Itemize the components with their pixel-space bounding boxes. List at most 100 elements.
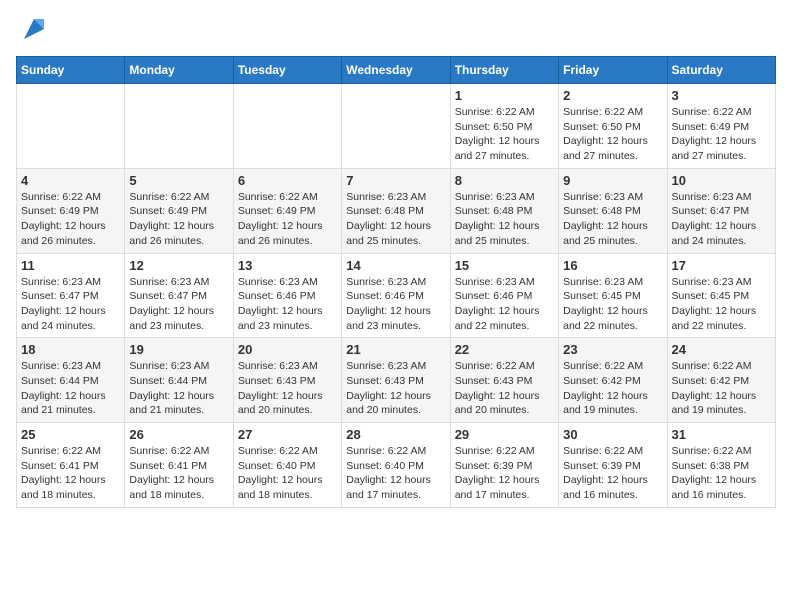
day-info: Sunrise: 6:23 AMSunset: 6:44 PMDaylight:… bbox=[21, 359, 120, 418]
calendar-cell: 14Sunrise: 6:23 AMSunset: 6:46 PMDayligh… bbox=[342, 253, 450, 338]
calendar-cell: 3 Sunrise: 6:22 AMSunset: 6:49 PMDaylight… bbox=[667, 84, 775, 169]
day-number: 8 bbox=[455, 173, 554, 188]
page-header bbox=[16, 16, 776, 44]
calendar-cell: 5 Sunrise: 6:22 AMSunset: 6:49 PMDaylight… bbox=[125, 168, 233, 253]
day-info: Sunrise: 6:23 AMSunset: 6:45 PMDaylight:… bbox=[672, 275, 771, 334]
calendar-cell: 4Sunrise: 6:22 AMSunset: 6:49 PMDaylight… bbox=[17, 168, 125, 253]
day-number: 6 bbox=[238, 173, 337, 188]
calendar-cell: 15 Sunrise: 6:23 AMSunset: 6:46 PMDayligh… bbox=[450, 253, 558, 338]
day-number: 1 bbox=[455, 88, 554, 103]
day-number: 10 bbox=[672, 173, 771, 188]
day-info: Sunrise: 6:23 AMSunset: 6:43 PMDaylight:… bbox=[238, 359, 337, 418]
calendar-cell bbox=[125, 84, 233, 169]
calendar-cell: 26 Sunrise: 6:22 AMSunset: 6:41 PMDayligh… bbox=[125, 423, 233, 508]
day-info: Sunrise: 6:23 AMSunset: 6:48 PMDaylight:… bbox=[455, 190, 554, 249]
calendar-cell: 24Sunrise: 6:22 AMSunset: 6:42 PMDayligh… bbox=[667, 338, 775, 423]
calendar-cell: 2 Sunrise: 6:22 AMSunset: 6:50 PMDaylight… bbox=[559, 84, 667, 169]
calendar-cell: 29 Sunrise: 6:22 AMSunset: 6:39 PMDayligh… bbox=[450, 423, 558, 508]
calendar-week-3: 18 Sunrise: 6:23 AMSunset: 6:44 PMDayligh… bbox=[17, 338, 776, 423]
day-number: 22 bbox=[455, 342, 554, 357]
day-info: Sunrise: 6:23 AMSunset: 6:47 PMDaylight:… bbox=[129, 275, 228, 334]
day-info: Sunrise: 6:22 AMSunset: 6:50 PMDaylight:… bbox=[563, 105, 662, 164]
calendar-cell: 7Sunrise: 6:23 AMSunset: 6:48 PMDaylight… bbox=[342, 168, 450, 253]
col-saturday: Saturday bbox=[667, 57, 775, 84]
day-number: 2 bbox=[563, 88, 662, 103]
day-info: Sunrise: 6:22 AMSunset: 6:43 PMDaylight:… bbox=[455, 359, 554, 418]
day-info: Sunrise: 6:23 AMSunset: 6:46 PMDaylight:… bbox=[346, 275, 445, 334]
day-number: 5 bbox=[129, 173, 228, 188]
day-number: 20 bbox=[238, 342, 337, 357]
day-number: 16 bbox=[563, 258, 662, 273]
day-number: 12 bbox=[129, 258, 228, 273]
calendar-week-0: 1 Sunrise: 6:22 AMSunset: 6:50 PMDaylight… bbox=[17, 84, 776, 169]
day-info: Sunrise: 6:23 AMSunset: 6:48 PMDaylight:… bbox=[346, 190, 445, 249]
day-number: 3 bbox=[672, 88, 771, 103]
day-info: Sunrise: 6:22 AMSunset: 6:49 PMDaylight:… bbox=[672, 105, 771, 164]
day-info: Sunrise: 6:22 AMSunset: 6:41 PMDaylight:… bbox=[129, 444, 228, 503]
day-info: Sunrise: 6:23 AMSunset: 6:45 PMDaylight:… bbox=[563, 275, 662, 334]
calendar-header: Sunday Monday Tuesday Wednesday Thursday… bbox=[17, 57, 776, 84]
calendar-cell: 16 Sunrise: 6:23 AMSunset: 6:45 PMDayligh… bbox=[559, 253, 667, 338]
day-number: 26 bbox=[129, 427, 228, 442]
day-info: Sunrise: 6:23 AMSunset: 6:44 PMDaylight:… bbox=[129, 359, 228, 418]
day-number: 4 bbox=[21, 173, 120, 188]
day-number: 30 bbox=[563, 427, 662, 442]
day-info: Sunrise: 6:22 AMSunset: 6:49 PMDaylight:… bbox=[238, 190, 337, 249]
day-info: Sunrise: 6:23 AMSunset: 6:47 PMDaylight:… bbox=[21, 275, 120, 334]
day-info: Sunrise: 6:22 AMSunset: 6:39 PMDaylight:… bbox=[455, 444, 554, 503]
day-number: 18 bbox=[21, 342, 120, 357]
calendar-cell: 10 Sunrise: 6:23 AMSunset: 6:47 PMDayligh… bbox=[667, 168, 775, 253]
day-info: Sunrise: 6:22 AMSunset: 6:42 PMDaylight:… bbox=[563, 359, 662, 418]
day-info: Sunrise: 6:22 AMSunset: 6:49 PMDaylight:… bbox=[129, 190, 228, 249]
day-number: 31 bbox=[672, 427, 771, 442]
logo-icon bbox=[19, 14, 49, 44]
calendar-cell: 8 Sunrise: 6:23 AMSunset: 6:48 PMDaylight… bbox=[450, 168, 558, 253]
calendar-cell: 23 Sunrise: 6:22 AMSunset: 6:42 PMDayligh… bbox=[559, 338, 667, 423]
day-info: Sunrise: 6:22 AMSunset: 6:39 PMDaylight:… bbox=[563, 444, 662, 503]
calendar-cell: 21Sunrise: 6:23 AMSunset: 6:43 PMDayligh… bbox=[342, 338, 450, 423]
calendar-cell: 25 Sunrise: 6:22 AMSunset: 6:41 PMDayligh… bbox=[17, 423, 125, 508]
day-info: Sunrise: 6:23 AMSunset: 6:46 PMDaylight:… bbox=[238, 275, 337, 334]
day-number: 15 bbox=[455, 258, 554, 273]
calendar-cell bbox=[17, 84, 125, 169]
calendar-cell: 11 Sunrise: 6:23 AMSunset: 6:47 PMDayligh… bbox=[17, 253, 125, 338]
calendar-cell: 27 Sunrise: 6:22 AMSunset: 6:40 PMDayligh… bbox=[233, 423, 341, 508]
logo bbox=[16, 16, 49, 44]
day-info: Sunrise: 6:23 AMSunset: 6:46 PMDaylight:… bbox=[455, 275, 554, 334]
calendar-table: Sunday Monday Tuesday Wednesday Thursday… bbox=[16, 56, 776, 508]
day-info: Sunrise: 6:23 AMSunset: 6:47 PMDaylight:… bbox=[672, 190, 771, 249]
calendar-cell: 13 Sunrise: 6:23 AMSunset: 6:46 PMDayligh… bbox=[233, 253, 341, 338]
day-number: 11 bbox=[21, 258, 120, 273]
col-thursday: Thursday bbox=[450, 57, 558, 84]
day-info: Sunrise: 6:23 AMSunset: 6:48 PMDaylight:… bbox=[563, 190, 662, 249]
day-number: 24 bbox=[672, 342, 771, 357]
calendar-cell: 20 Sunrise: 6:23 AMSunset: 6:43 PMDayligh… bbox=[233, 338, 341, 423]
calendar-body: 1 Sunrise: 6:22 AMSunset: 6:50 PMDaylight… bbox=[17, 84, 776, 508]
col-wednesday: Wednesday bbox=[342, 57, 450, 84]
calendar-cell: 18 Sunrise: 6:23 AMSunset: 6:44 PMDayligh… bbox=[17, 338, 125, 423]
day-number: 21 bbox=[346, 342, 445, 357]
day-info: Sunrise: 6:22 AMSunset: 6:38 PMDaylight:… bbox=[672, 444, 771, 503]
calendar-cell bbox=[342, 84, 450, 169]
header-row: Sunday Monday Tuesday Wednesday Thursday… bbox=[17, 57, 776, 84]
calendar-week-4: 25 Sunrise: 6:22 AMSunset: 6:41 PMDayligh… bbox=[17, 423, 776, 508]
day-number: 28 bbox=[346, 427, 445, 442]
calendar-cell: 12 Sunrise: 6:23 AMSunset: 6:47 PMDayligh… bbox=[125, 253, 233, 338]
day-number: 25 bbox=[21, 427, 120, 442]
col-monday: Monday bbox=[125, 57, 233, 84]
calendar-cell: 9Sunrise: 6:23 AMSunset: 6:48 PMDaylight… bbox=[559, 168, 667, 253]
col-tuesday: Tuesday bbox=[233, 57, 341, 84]
day-info: Sunrise: 6:22 AMSunset: 6:40 PMDaylight:… bbox=[238, 444, 337, 503]
day-info: Sunrise: 6:22 AMSunset: 6:41 PMDaylight:… bbox=[21, 444, 120, 503]
day-number: 23 bbox=[563, 342, 662, 357]
day-number: 19 bbox=[129, 342, 228, 357]
calendar-cell: 30 Sunrise: 6:22 AMSunset: 6:39 PMDayligh… bbox=[559, 423, 667, 508]
calendar-cell: 22 Sunrise: 6:22 AMSunset: 6:43 PMDayligh… bbox=[450, 338, 558, 423]
day-info: Sunrise: 6:22 AMSunset: 6:40 PMDaylight:… bbox=[346, 444, 445, 503]
day-number: 29 bbox=[455, 427, 554, 442]
day-number: 27 bbox=[238, 427, 337, 442]
col-friday: Friday bbox=[559, 57, 667, 84]
calendar-cell: 1Sunrise: 6:22 AMSunset: 6:50 PMDaylight… bbox=[450, 84, 558, 169]
col-sunday: Sunday bbox=[17, 57, 125, 84]
day-number: 13 bbox=[238, 258, 337, 273]
